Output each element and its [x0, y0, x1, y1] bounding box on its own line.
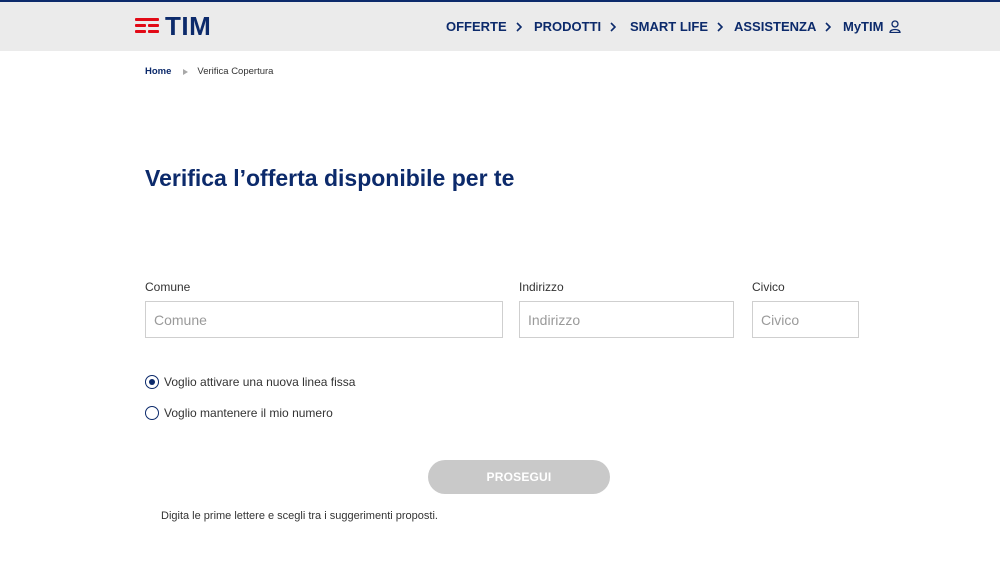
- logo-text: TIM: [165, 11, 212, 41]
- option-new-line[interactable]: Voglio attivare una nuova linea fissa: [145, 375, 355, 389]
- nav-label: ASSISTENZA: [734, 19, 817, 34]
- nav-label: MyTIM: [843, 19, 884, 34]
- prosegui-button[interactable]: PROSEGUI: [428, 460, 610, 494]
- nav-label: PRODOTTI: [534, 19, 602, 34]
- civico-label: Civico: [752, 280, 785, 294]
- chevron-right-icon: [825, 21, 832, 32]
- nav-label: SMART LIFE: [630, 19, 708, 34]
- tim-logo-icon: [135, 15, 159, 37]
- radio-unchecked-icon[interactable]: [145, 406, 159, 420]
- nav-prodotti[interactable]: PRODOTTI: [534, 19, 617, 34]
- nav-mytim[interactable]: MyTIM: [843, 19, 902, 34]
- option-keep-number[interactable]: Voglio mantenere il mio numero: [145, 406, 333, 420]
- top-navigation-bar: TIM OFFERTE PRODOTTI SMART LIFE ASSISTEN…: [0, 2, 1000, 51]
- civico-input[interactable]: [752, 301, 859, 338]
- user-icon: [889, 20, 902, 33]
- tim-logo[interactable]: TIM: [135, 13, 211, 39]
- nav-smart-life[interactable]: SMART LIFE: [630, 19, 723, 34]
- nav-assistenza[interactable]: ASSISTENZA: [734, 19, 832, 34]
- option-label: Voglio attivare una nuova linea fissa: [164, 375, 356, 389]
- chevron-right-icon: [610, 21, 617, 32]
- nav-label: OFFERTE: [446, 19, 507, 34]
- hint-text: Digita le prime lettere e scegli tra i s…: [161, 510, 438, 522]
- chevron-right-icon: [717, 21, 723, 32]
- nav-offerte[interactable]: OFFERTE: [446, 19, 522, 34]
- radio-checked-icon[interactable]: [145, 375, 159, 389]
- breadcrumb-current: Verifica Copertura: [197, 66, 274, 77]
- option-label: Voglio mantenere il mio numero: [164, 406, 333, 420]
- comune-label: Comune: [145, 280, 191, 294]
- indirizzo-label: Indirizzo: [519, 280, 564, 294]
- breadcrumb-home-link[interactable]: Home: [145, 66, 171, 77]
- triangle-right-icon: [183, 68, 189, 75]
- indirizzo-input[interactable]: [519, 301, 734, 338]
- breadcrumb: Home Verifica Copertura: [145, 66, 273, 77]
- chevron-right-icon: [516, 21, 522, 32]
- page-title: Verifica l’offerta disponibile per te: [145, 165, 515, 191]
- comune-input[interactable]: [145, 301, 503, 338]
